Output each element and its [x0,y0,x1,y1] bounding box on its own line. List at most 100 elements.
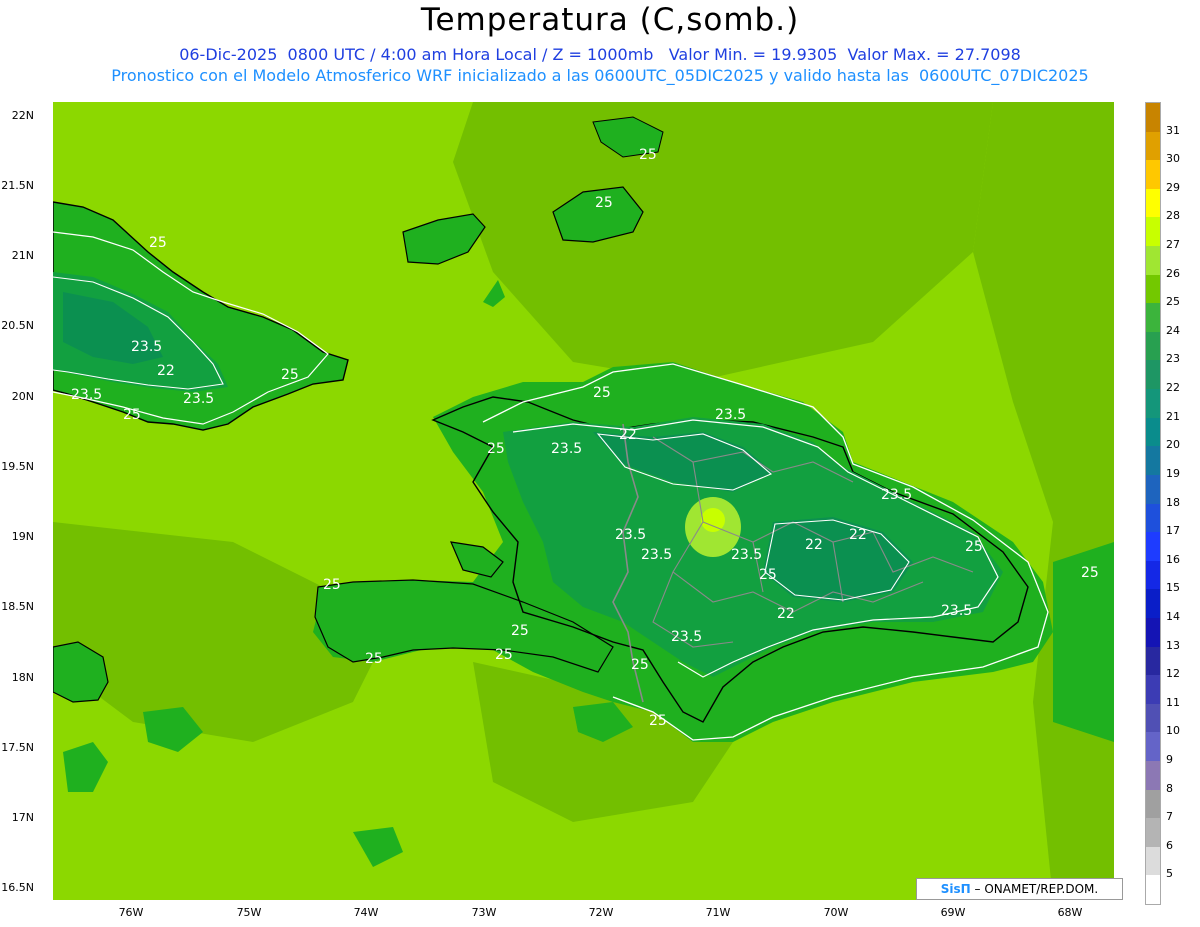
color-scale-swatch [1146,274,1160,304]
color-scale-label: 25 [1166,295,1180,309]
chart-title: Temperatura (C,somb.) [420,2,800,38]
lon-label: 72W [588,906,614,919]
color-scale-label: 31 [1166,123,1180,137]
map-canvas [53,102,1114,900]
contour-label: 22 [157,363,175,379]
color-scale-bar [1145,102,1161,905]
color-scale-swatch [1146,789,1160,819]
color-scale-swatch [1146,446,1160,476]
model-run-subtitle: Pronostico con el Modelo Atmosferico WRF… [111,66,1089,85]
contour-label: 23.5 [551,441,583,457]
color-scale-swatch [1146,532,1160,562]
color-scale-label: 10 [1166,724,1180,738]
lon-label: 70W [823,906,849,919]
color-scale-label: 6 [1166,838,1173,852]
color-scale-label: 8 [1166,781,1173,795]
contour-label: 25 [365,651,383,667]
cordillera-hot-spot [701,508,725,532]
color-scale-label: 21 [1166,409,1180,423]
color-scale-label: 29 [1166,180,1180,194]
lat-label: 17.5N [1,741,34,754]
color-scale-label: 22 [1166,381,1180,395]
contour-label: 25 [487,441,505,457]
contour-label: 25 [1081,565,1099,581]
color-scale-swatch [1146,703,1160,733]
lon-label: 74W [353,906,379,919]
lon-label: 73W [471,906,497,919]
color-scale-label: 24 [1166,323,1180,337]
color-scale-swatch [1146,560,1160,590]
lat-label: 22N [11,109,34,122]
contour-label: 25 [281,367,299,383]
lon-label: 71W [705,906,731,919]
color-scale-swatch [1146,103,1160,133]
contour-label: 25 [649,713,667,729]
valid-time-subtitle: 06-Dic-2025 0800 UTC / 4:00 am Hora Loca… [179,45,1021,64]
temperature-map: 25 25 25 25 25 25 25 25 25 25 25 25 25 2… [53,102,1114,900]
color-scale-label: 26 [1166,266,1180,280]
lat-label: 18.5N [1,600,34,613]
lat-label: 20.5N [1,319,34,332]
contour-label: 25 [123,407,141,423]
color-scale-swatch [1146,846,1160,876]
contour-label: 25 [495,647,513,663]
color-scale-label: 27 [1166,238,1180,252]
color-scale-swatch [1146,617,1160,648]
color-scale-label: 5 [1166,867,1173,881]
color-scale-swatch [1146,818,1160,848]
color-scale-label: 12 [1166,667,1180,681]
color-scale-swatch [1146,303,1160,333]
contour-label: 23.5 [615,527,647,543]
color-scale-label: 23 [1166,352,1180,366]
contour-label: 25 [149,235,167,251]
color-scale-swatch [1146,732,1160,762]
color-scale-swatch [1146,417,1160,447]
color-scale-swatch [1146,217,1160,247]
lat-label: 21N [11,249,34,262]
color-scale-label: 16 [1166,552,1180,566]
contour-label: 22 [619,427,637,443]
contour-label: 25 [631,657,649,673]
color-scale-label: 17 [1166,524,1180,538]
color-scale-swatch [1146,474,1160,504]
color-scale-swatch [1146,875,1160,905]
contour-label: 23.5 [715,407,747,423]
contour-label: 23.5 [941,603,973,619]
contour-label: 25 [593,385,611,401]
color-scale-swatch [1146,760,1160,791]
color-scale-swatch [1146,389,1160,419]
color-scale-swatch [1146,503,1160,533]
lon-label: 69W [940,906,966,919]
credit-text: – ONAMET/REP.DOM. [970,882,1099,896]
contour-label: 23.5 [641,547,673,563]
lat-label: 21.5N [1,179,34,192]
lon-label: 75W [236,906,262,919]
contour-label: 23.5 [671,629,703,645]
lat-label: 18N [11,671,34,684]
color-scale-label: 15 [1166,581,1180,595]
contour-label: 23.5 [131,339,163,355]
color-scale-label: 7 [1166,810,1173,824]
color-scale-swatch [1146,646,1160,676]
lat-label: 17N [11,811,34,824]
lon-label: 76W [118,906,144,919]
color-scale-label: 9 [1166,752,1173,766]
lat-label: 19N [11,530,34,543]
lon-label: 68W [1057,906,1083,919]
lat-label: 20N [11,390,34,403]
contour-label: 25 [965,539,983,555]
color-scale-label: 30 [1166,152,1180,166]
color-scale-swatch [1146,589,1160,619]
contour-label: 23.5 [881,487,913,503]
color-scale-label: 18 [1166,495,1180,509]
lat-label: 16.5N [1,881,34,894]
color-scale-swatch [1146,160,1160,190]
color-scale-label: 11 [1166,695,1180,709]
color-scale-label: 14 [1166,609,1180,623]
source-credit: SisΠ – ONAMET/REP.DOM. [916,878,1123,900]
contour-label: 23.5 [71,387,103,403]
contour-label: 25 [639,147,657,163]
contour-label: 23.5 [731,547,763,563]
color-scale-swatch [1146,246,1160,276]
color-scale-label: 19 [1166,466,1180,480]
